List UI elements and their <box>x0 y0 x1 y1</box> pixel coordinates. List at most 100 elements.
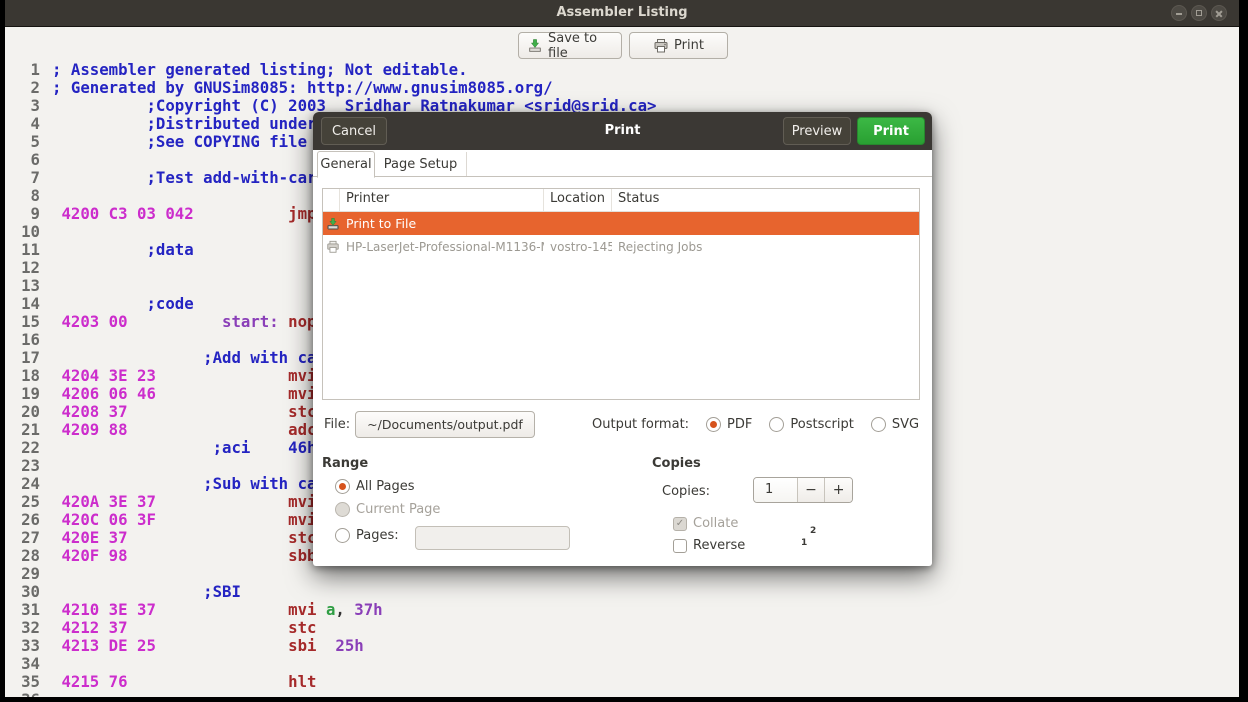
printer-name: HP-LaserJet-Professional-M1136-MFP <box>340 240 544 254</box>
tab-page-setup[interactable]: Page Setup <box>375 152 467 176</box>
line-number: 32 <box>10 619 40 637</box>
line-number: 20 <box>10 403 40 421</box>
code-text: 4212 37 stc <box>52 619 316 637</box>
code-line: 36 <box>5 691 1239 697</box>
printer-row-hp-laserjet-professional-m1136-mfp[interactable]: HP-LaserJet-Professional-M1136-MFPvostro… <box>323 235 919 258</box>
dialog-print-button-label: Print <box>873 124 909 139</box>
pages-input[interactable] <box>415 526 570 550</box>
code-text: ; Assembler generated listing; Not edita… <box>52 61 468 79</box>
collate-checkbox-row: ✓ Collate <box>673 516 738 531</box>
line-number: 18 <box>10 367 40 385</box>
radio-label: All Pages <box>356 479 415 494</box>
line-number: 2 <box>10 79 40 97</box>
code-line: 34 <box>5 655 1239 673</box>
code-text: ;See COPYING file <box>52 133 307 151</box>
range-option-all-pages[interactable]: All Pages <box>335 479 415 494</box>
code-text: 420F 98 sbb <box>52 547 316 565</box>
line-number: 15 <box>10 313 40 331</box>
code-text: 4204 3E 23 mvi <box>52 367 316 385</box>
dialog-print-button[interactable]: Print <box>857 117 925 145</box>
line-number: 14 <box>10 295 40 313</box>
line-number: 23 <box>10 457 40 475</box>
save-to-file-button[interactable]: Save to file <box>518 32 622 59</box>
preview-button[interactable]: Preview <box>783 117 851 145</box>
copies-label: Copies: <box>662 484 710 499</box>
code-text: 4200 C3 03 042 jmp <box>52 205 316 223</box>
code-text: ; Generated by GNUSim8085: http://www.gn… <box>52 79 553 97</box>
location-column-header[interactable]: Location <box>544 189 612 211</box>
line-number: 29 <box>10 565 40 583</box>
file-output-path: ~/Documents/output.pdf <box>367 417 523 432</box>
line-number: 25 <box>10 493 40 511</box>
printer-column-header[interactable]: Printer <box>340 189 544 211</box>
radio-icon <box>871 417 886 432</box>
line-number: 11 <box>10 241 40 259</box>
code-line: 1 ; Assembler generated listing; Not edit… <box>5 61 1239 79</box>
line-number: 21 <box>10 421 40 439</box>
line-number: 16 <box>10 331 40 349</box>
collate-preview-page-1: 1 <box>801 538 807 548</box>
maximize-icon[interactable] <box>1191 5 1207 21</box>
line-number: 7 <box>10 169 40 187</box>
radio-label: Postscript <box>790 417 853 432</box>
range-option-pages-[interactable]: Pages: <box>335 528 399 543</box>
code-text: 4210 3E 37 mvi a, 37h <box>52 601 383 619</box>
radio-icon <box>335 479 350 494</box>
code-line: 31 4210 3E 37 mvi a, 37h <box>5 601 1239 619</box>
radio-label: SVG <box>892 417 919 432</box>
code-text: ;data <box>52 241 194 259</box>
line-number: 24 <box>10 475 40 493</box>
print-button[interactable]: Print <box>629 32 728 59</box>
output-format-label: Output format: <box>592 417 689 432</box>
minimize-icon[interactable] <box>1171 5 1187 21</box>
reverse-checkbox-row: Reverse <box>673 538 745 553</box>
titlebar: Assembler Listing <box>5 0 1239 27</box>
code-line: 2 ; Generated by GNUSim8085: http://www.g… <box>5 79 1239 97</box>
line-number: 1 <box>10 61 40 79</box>
printer-list: Printer Location Status Print to FileHP-… <box>322 188 920 400</box>
output-format-option-svg[interactable]: SVG <box>871 417 919 432</box>
collate-checkbox[interactable]: ✓ <box>673 517 687 531</box>
radio-icon <box>706 417 721 432</box>
code-text: ;SBI <box>52 583 241 601</box>
line-number: 31 <box>10 601 40 619</box>
printer-row-print-to-file[interactable]: Print to File <box>323 212 919 235</box>
tab-general-label: General <box>320 157 371 172</box>
line-number: 13 <box>10 277 40 295</box>
tab-general[interactable]: General <box>317 151 375 178</box>
line-number: 19 <box>10 385 40 403</box>
printer-icon <box>653 38 669 54</box>
status-column-header[interactable]: Status <box>612 189 919 211</box>
range-option-current-page[interactable]: Current Page <box>335 502 440 517</box>
copies-increment-button[interactable]: + <box>824 478 852 502</box>
code-text: 4208 37 stc <box>52 403 316 421</box>
line-number: 28 <box>10 547 40 565</box>
line-number: 33 <box>10 637 40 655</box>
output-format-option-postscript[interactable]: Postscript <box>769 417 853 432</box>
radio-label: Pages: <box>356 528 399 543</box>
reverse-checkbox[interactable] <box>673 539 687 553</box>
radio-icon <box>335 502 350 517</box>
printer-list-header: Printer Location Status <box>323 189 919 212</box>
line-number: 35 <box>10 673 40 691</box>
line-number: 26 <box>10 511 40 529</box>
code-text: 4206 06 46 mvi <box>52 385 316 403</box>
line-number: 36 <box>10 691 40 697</box>
copies-decrement-button[interactable]: − <box>797 478 825 502</box>
code-line: 33 4213 DE 25 sbi 25h <box>5 637 1239 655</box>
printer-status: Rejecting Jobs <box>612 240 919 254</box>
code-text: 4215 76 hlt <box>52 673 316 691</box>
output-format-option-pdf[interactable]: PDF <box>706 417 752 432</box>
collate-preview-page-2: 2 <box>810 526 816 536</box>
line-number: 27 <box>10 529 40 547</box>
file-output-button[interactable]: ~/Documents/output.pdf <box>355 411 535 438</box>
copies-value[interactable]: 1 <box>754 478 797 502</box>
line-number: 9 <box>10 205 40 223</box>
range-section-title: Range <box>322 456 368 471</box>
close-icon[interactable] <box>1211 5 1227 21</box>
code-text: 420E 37 stc <box>52 529 316 547</box>
line-number: 17 <box>10 349 40 367</box>
collate-label: Collate <box>693 516 738 531</box>
code-line: 32 4212 37 stc <box>5 619 1239 637</box>
code-text: ;Distributed under <box>52 115 316 133</box>
